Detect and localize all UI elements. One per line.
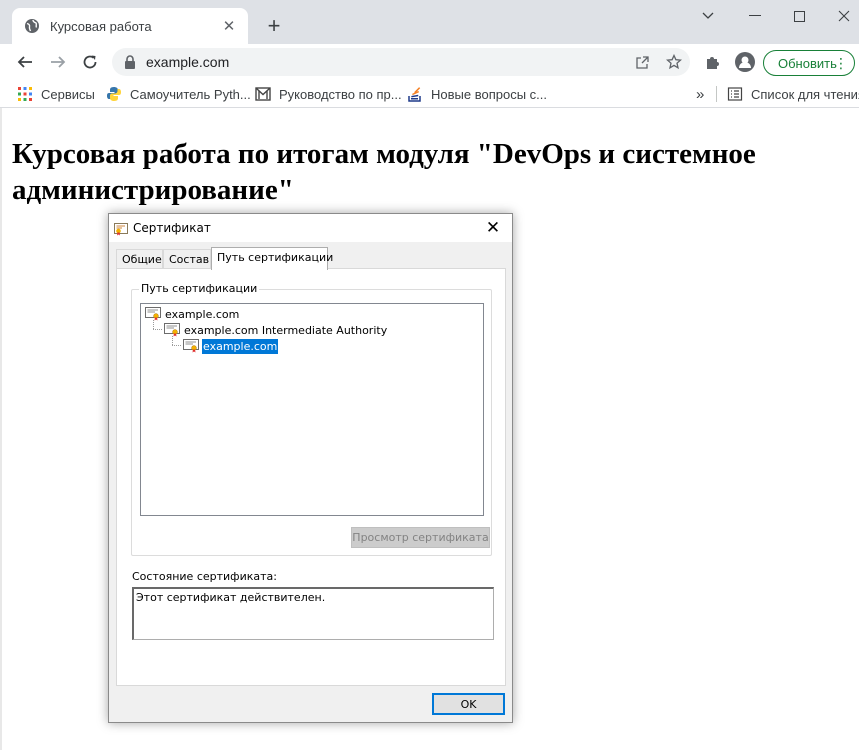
update-label: Обновить bbox=[778, 55, 837, 71]
tab-title: Курсовая работа bbox=[50, 18, 152, 34]
globe-icon bbox=[25, 19, 39, 33]
dialog-close-icon[interactable]: ✕ bbox=[481, 217, 505, 239]
dialog-titlebar: Сертификат ✕ bbox=[109, 214, 512, 242]
forward-button[interactable] bbox=[45, 50, 71, 74]
tab-panel: Путь сертификации example.com example.co… bbox=[116, 268, 506, 686]
tree-node-label: example.com Intermediate Authority bbox=[184, 323, 388, 337]
ok-button[interactable]: OK bbox=[432, 693, 505, 715]
bookmark-services[interactable]: Сервисы bbox=[17, 85, 95, 103]
tab-label: Общие bbox=[122, 253, 162, 266]
certificate-icon bbox=[164, 323, 180, 337]
arrow-left-icon bbox=[17, 56, 32, 68]
stackoverflow-icon bbox=[408, 87, 421, 102]
group-label: Путь сертификации bbox=[139, 282, 260, 295]
reload-icon bbox=[83, 55, 97, 69]
certificate-status-label: Состояние сертификата: bbox=[132, 570, 277, 583]
address-bar[interactable]: example.com bbox=[112, 48, 690, 76]
new-tab-button[interactable]: + bbox=[262, 13, 286, 38]
update-button[interactable]: Обновить ⋮ bbox=[763, 50, 855, 76]
certificate-tree[interactable]: example.com example.com Intermediate Aut… bbox=[140, 303, 484, 516]
tab-label: Путь сертификации bbox=[217, 251, 334, 264]
tree-node-root[interactable]: example.com bbox=[145, 306, 240, 322]
tree-node-intermediate[interactable]: example.com Intermediate Authority bbox=[164, 322, 388, 338]
bookmarks-bar: Сервисы Самоучитель Pyth... Руководство … bbox=[0, 80, 859, 108]
tree-connector bbox=[153, 329, 162, 330]
bookmark-guide[interactable]: Руководство по пр... bbox=[255, 85, 402, 103]
certificate-icon bbox=[183, 339, 199, 353]
browser-toolbar: example.com Обновить ⋮ bbox=[0, 44, 859, 80]
tab-close-icon[interactable]: ✕ bbox=[220, 17, 238, 35]
button-label: Просмотр сертификата bbox=[352, 531, 489, 544]
certificate-icon bbox=[145, 307, 161, 321]
maximize-button[interactable] bbox=[789, 6, 809, 26]
browser-tab[interactable]: Курсовая работа ✕ bbox=[12, 8, 248, 44]
certificate-dialog: Сертификат ✕ Общие Состав Путь сертифика… bbox=[108, 213, 513, 723]
bookmarks-divider bbox=[716, 86, 717, 102]
bookmark-label: Самоучитель Pyth... bbox=[130, 86, 251, 102]
apps-grid-icon bbox=[18, 87, 32, 101]
reading-list-button[interactable]: Список для чтения bbox=[727, 85, 859, 103]
certificate-status-text: Этот сертификат действителен. bbox=[136, 591, 326, 604]
window-close-button[interactable] bbox=[834, 6, 854, 26]
button-label: OK bbox=[460, 697, 477, 711]
tree-connector bbox=[172, 345, 181, 346]
more-vert-icon[interactable]: ⋮ bbox=[834, 54, 848, 72]
view-certificate-button[interactable]: Просмотр сертификата bbox=[351, 527, 490, 548]
python-icon bbox=[107, 87, 121, 101]
tab-label: Состав bbox=[169, 253, 210, 266]
minimize-button[interactable] bbox=[745, 6, 765, 26]
reload-button[interactable] bbox=[77, 50, 103, 74]
bookmark-star-icon[interactable] bbox=[658, 48, 690, 76]
url-text[interactable]: example.com bbox=[146, 54, 626, 70]
browser-titlebar: Курсовая работа ✕ + bbox=[0, 0, 859, 44]
extensions-puzzle-icon[interactable] bbox=[701, 50, 725, 74]
more-bookmarks-icon: » bbox=[696, 85, 705, 103]
tree-node-label: example.com bbox=[165, 307, 240, 321]
arrow-right-icon bbox=[51, 56, 66, 68]
tab-general[interactable]: Общие bbox=[116, 249, 163, 269]
reading-list-icon bbox=[727, 87, 743, 101]
reading-list-label: Список для чтения bbox=[751, 86, 859, 102]
gmail-icon bbox=[255, 87, 271, 101]
dialog-title: Сертификат bbox=[133, 221, 211, 235]
window-edge bbox=[0, 108, 2, 750]
tab-certification-path[interactable]: Путь сертификации bbox=[211, 247, 333, 270]
tab-details[interactable]: Состав bbox=[163, 249, 211, 269]
bookmark-python[interactable]: Самоучитель Pyth... bbox=[106, 85, 251, 103]
bookmark-label: Руководство по пр... bbox=[279, 86, 402, 102]
more-bookmarks-button[interactable]: » bbox=[696, 85, 704, 103]
profile-avatar-icon[interactable] bbox=[733, 50, 757, 74]
bookmark-label: Сервисы bbox=[41, 86, 95, 102]
lock-icon[interactable] bbox=[124, 55, 136, 69]
page-heading: Курсовая работа по итогам модуля "DevOps… bbox=[12, 138, 756, 206]
tree-node-label: example.com bbox=[202, 338, 279, 354]
certificate-status-field[interactable]: Этот сертификат действителен. bbox=[132, 587, 494, 640]
bookmark-stackoverflow[interactable]: Новые вопросы с... bbox=[407, 85, 547, 103]
tree-node-leaf[interactable]: example.com bbox=[183, 338, 279, 354]
back-button[interactable] bbox=[12, 50, 38, 74]
bookmark-label: Новые вопросы с... bbox=[431, 86, 547, 102]
share-icon[interactable] bbox=[626, 48, 658, 76]
certificate-icon bbox=[114, 223, 128, 236]
tab-search-chevron-icon[interactable] bbox=[698, 6, 718, 26]
